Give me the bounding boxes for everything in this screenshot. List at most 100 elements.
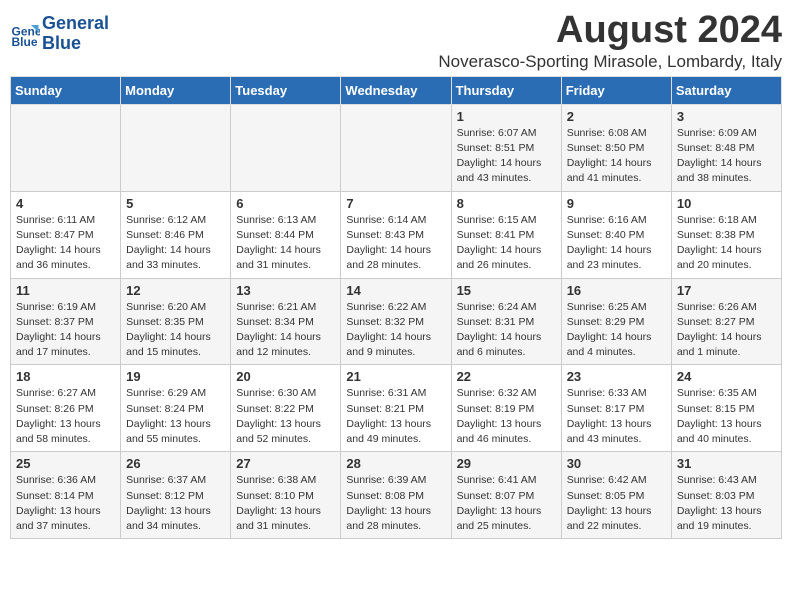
day-info: Sunrise: 6:29 AMSunset: 8:24 PMDaylight:… [126, 386, 225, 447]
calendar-cell: 18Sunrise: 6:27 AMSunset: 8:26 PMDayligh… [11, 365, 121, 452]
calendar-cell: 13 Sunrise: 6:21 AMSunset: 8:34 PMDayligh… [231, 278, 341, 365]
weekday-header-friday: Friday [561, 76, 671, 104]
calendar-week-2: 4 Sunrise: 6:11 AMSunset: 8:47 PMDaylight… [11, 191, 782, 278]
day-number: 28 [346, 456, 445, 471]
day-number: 16 [567, 283, 666, 298]
day-info: Sunrise: 6:11 AMSunset: 8:47 PMDaylight:… [16, 213, 115, 274]
day-info: Sunrise: 6:20 AMSunset: 8:35 PMDaylight:… [126, 300, 225, 361]
day-info: Sunrise: 6:37 AMSunset: 8:12 PMDaylight:… [126, 473, 225, 534]
calendar-cell [231, 104, 341, 191]
calendar-cell: 5Sunrise: 6:12 AMSunset: 8:46 PMDaylight… [121, 191, 231, 278]
day-info: Sunrise: 6:41 AMSunset: 8:07 PMDaylight:… [457, 473, 556, 534]
day-info: Sunrise: 6:07 AMSunset: 8:51 PMDaylight:… [457, 126, 556, 187]
calendar-cell: 24 Sunrise: 6:35 AMSunset: 8:15 PMDayligh… [671, 365, 781, 452]
day-number: 24 [677, 369, 776, 384]
day-number: 17 [677, 283, 776, 298]
calendar-week-4: 18Sunrise: 6:27 AMSunset: 8:26 PMDayligh… [11, 365, 782, 452]
weekday-header-wednesday: Wednesday [341, 76, 451, 104]
day-info: Sunrise: 6:22 AMSunset: 8:32 PMDaylight:… [346, 300, 445, 361]
month-title: August 2024 [438, 10, 782, 52]
calendar-cell: 28 Sunrise: 6:39 AMSunset: 8:08 PMDayligh… [341, 452, 451, 539]
calendar-cell: 7 Sunrise: 6:14 AMSunset: 8:43 PMDaylight… [341, 191, 451, 278]
calendar-cell [341, 104, 451, 191]
day-info: Sunrise: 6:14 AMSunset: 8:43 PMDaylight:… [346, 213, 445, 274]
day-info: Sunrise: 6:13 AMSunset: 8:44 PMDaylight:… [236, 213, 335, 274]
day-info: Sunrise: 6:36 AMSunset: 8:14 PMDaylight:… [16, 473, 115, 534]
day-number: 14 [346, 283, 445, 298]
calendar-cell: 12Sunrise: 6:20 AMSunset: 8:35 PMDayligh… [121, 278, 231, 365]
calendar-cell: 25 Sunrise: 6:36 AMSunset: 8:14 PMDayligh… [11, 452, 121, 539]
day-info: Sunrise: 6:42 AMSunset: 8:05 PMDaylight:… [567, 473, 666, 534]
day-info: Sunrise: 6:39 AMSunset: 8:08 PMDaylight:… [346, 473, 445, 534]
day-info: Sunrise: 6:31 AMSunset: 8:21 PMDaylight:… [346, 386, 445, 447]
day-info: Sunrise: 6:38 AMSunset: 8:10 PMDaylight:… [236, 473, 335, 534]
day-info: Sunrise: 6:15 AMSunset: 8:41 PMDaylight:… [457, 213, 556, 274]
calendar-cell: 16 Sunrise: 6:25 AMSunset: 8:29 PMDayligh… [561, 278, 671, 365]
calendar-cell: 29 Sunrise: 6:41 AMSunset: 8:07 PMDayligh… [451, 452, 561, 539]
calendar-cell: 1 Sunrise: 6:07 AMSunset: 8:51 PMDaylight… [451, 104, 561, 191]
calendar-cell: 23Sunrise: 6:33 AMSunset: 8:17 PMDayligh… [561, 365, 671, 452]
day-info: Sunrise: 6:19 AMSunset: 8:37 PMDaylight:… [16, 300, 115, 361]
day-number: 6 [236, 196, 335, 211]
day-number: 9 [567, 196, 666, 211]
weekday-header-row: SundayMondayTuesdayWednesdayThursdayFrid… [11, 76, 782, 104]
svg-text:Blue: Blue [12, 35, 38, 49]
day-info: Sunrise: 6:43 AMSunset: 8:03 PMDaylight:… [677, 473, 776, 534]
day-number: 10 [677, 196, 776, 211]
calendar-week-3: 11Sunrise: 6:19 AMSunset: 8:37 PMDayligh… [11, 278, 782, 365]
location-title: Noverasco-Sporting Mirasole, Lombardy, I… [438, 52, 782, 72]
calendar-cell: 10 Sunrise: 6:18 AMSunset: 8:38 PMDayligh… [671, 191, 781, 278]
day-number: 4 [16, 196, 115, 211]
day-info: Sunrise: 6:26 AMSunset: 8:27 PMDaylight:… [677, 300, 776, 361]
logo-icon: General Blue [10, 19, 40, 49]
calendar-cell: 8Sunrise: 6:15 AMSunset: 8:41 PMDaylight… [451, 191, 561, 278]
day-info: Sunrise: 6:27 AMSunset: 8:26 PMDaylight:… [16, 386, 115, 447]
calendar-cell: 21 Sunrise: 6:31 AMSunset: 8:21 PMDayligh… [341, 365, 451, 452]
logo: General Blue General Blue [10, 14, 109, 54]
title-block: August 2024 Noverasco-Sporting Mirasole,… [438, 10, 782, 72]
day-info: Sunrise: 6:30 AMSunset: 8:22 PMDaylight:… [236, 386, 335, 447]
calendar-cell: 19 Sunrise: 6:29 AMSunset: 8:24 PMDayligh… [121, 365, 231, 452]
calendar-cell: 6 Sunrise: 6:13 AMSunset: 8:44 PMDaylight… [231, 191, 341, 278]
calendar-cell: 4 Sunrise: 6:11 AMSunset: 8:47 PMDaylight… [11, 191, 121, 278]
calendar-cell: 14 Sunrise: 6:22 AMSunset: 8:32 PMDayligh… [341, 278, 451, 365]
calendar-cell [121, 104, 231, 191]
calendar-cell: 3Sunrise: 6:09 AMSunset: 8:48 PMDaylight… [671, 104, 781, 191]
calendar-cell: 20 Sunrise: 6:30 AMSunset: 8:22 PMDayligh… [231, 365, 341, 452]
calendar-cell: 27 Sunrise: 6:38 AMSunset: 8:10 PMDayligh… [231, 452, 341, 539]
day-number: 7 [346, 196, 445, 211]
day-number: 31 [677, 456, 776, 471]
calendar-cell: 15Sunrise: 6:24 AMSunset: 8:31 PMDayligh… [451, 278, 561, 365]
day-number: 29 [457, 456, 556, 471]
calendar-cell: 2Sunrise: 6:08 AMSunset: 8:50 PMDaylight… [561, 104, 671, 191]
calendar-table: SundayMondayTuesdayWednesdayThursdayFrid… [10, 76, 782, 539]
day-number: 23 [567, 369, 666, 384]
calendar-cell: 22Sunrise: 6:32 AMSunset: 8:19 PMDayligh… [451, 365, 561, 452]
day-info: Sunrise: 6:21 AMSunset: 8:34 PMDaylight:… [236, 300, 335, 361]
day-info: Sunrise: 6:12 AMSunset: 8:46 PMDaylight:… [126, 213, 225, 274]
day-number: 27 [236, 456, 335, 471]
day-info: Sunrise: 6:25 AMSunset: 8:29 PMDaylight:… [567, 300, 666, 361]
day-info: Sunrise: 6:18 AMSunset: 8:38 PMDaylight:… [677, 213, 776, 274]
calendar-cell: 11Sunrise: 6:19 AMSunset: 8:37 PMDayligh… [11, 278, 121, 365]
day-number: 25 [16, 456, 115, 471]
weekday-header-monday: Monday [121, 76, 231, 104]
day-number: 19 [126, 369, 225, 384]
calendar-week-5: 25 Sunrise: 6:36 AMSunset: 8:14 PMDayligh… [11, 452, 782, 539]
day-info: Sunrise: 6:08 AMSunset: 8:50 PMDaylight:… [567, 126, 666, 187]
day-number: 30 [567, 456, 666, 471]
calendar-week-1: 1 Sunrise: 6:07 AMSunset: 8:51 PMDaylight… [11, 104, 782, 191]
day-number: 15 [457, 283, 556, 298]
day-info: Sunrise: 6:35 AMSunset: 8:15 PMDaylight:… [677, 386, 776, 447]
day-number: 22 [457, 369, 556, 384]
calendar-body: 1 Sunrise: 6:07 AMSunset: 8:51 PMDaylight… [11, 104, 782, 538]
day-info: Sunrise: 6:09 AMSunset: 8:48 PMDaylight:… [677, 126, 776, 187]
day-number: 21 [346, 369, 445, 384]
day-number: 20 [236, 369, 335, 384]
calendar-cell: 30 Sunrise: 6:42 AMSunset: 8:05 PMDayligh… [561, 452, 671, 539]
day-number: 1 [457, 109, 556, 124]
day-number: 26 [126, 456, 225, 471]
calendar-cell: 17 Sunrise: 6:26 AMSunset: 8:27 PMDayligh… [671, 278, 781, 365]
calendar-cell: 26 Sunrise: 6:37 AMSunset: 8:12 PMDayligh… [121, 452, 231, 539]
day-number: 13 [236, 283, 335, 298]
